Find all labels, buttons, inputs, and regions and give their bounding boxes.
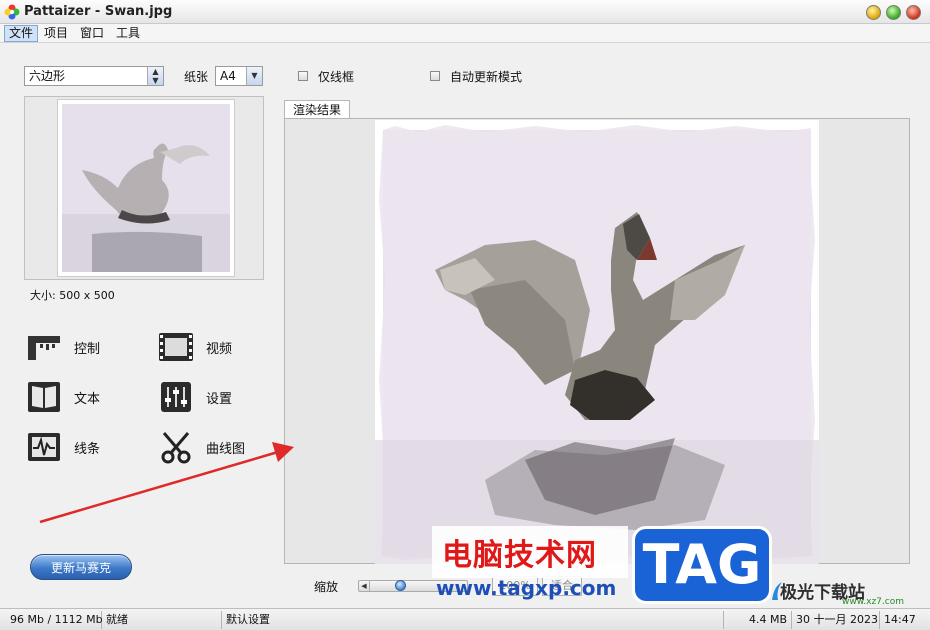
paper-label: 纸张: [184, 70, 209, 84]
sliders-icon: [161, 382, 191, 412]
auto-update-checkbox[interactable]: [430, 71, 440, 81]
watermark-site-url: www.xz7.com: [842, 597, 904, 607]
waveform-monitor-icon: [28, 433, 60, 461]
title-bar: Pattaizer - Swan.jpg: [0, 0, 930, 24]
watermark-tag-logo: TAG: [632, 526, 772, 604]
update-mosaic-button[interactable]: 更新马赛克: [30, 554, 132, 580]
mosaic-render-image: [375, 120, 819, 564]
menu-tools[interactable]: 工具: [112, 25, 144, 42]
maximize-button[interactable]: [886, 5, 901, 20]
control-tool-label: 控制: [74, 341, 101, 357]
status-bar: 96 Mb / 1112 Mb 就绪 默认设置 4.4 MB 30 十一月 20…: [0, 608, 930, 630]
close-button[interactable]: [906, 5, 921, 20]
menu-bar: 文件 项目 窗口 工具: [0, 24, 930, 43]
window-title: Pattaizer - Swan.jpg: [24, 4, 173, 19]
swan-thumbnail-image: [62, 104, 230, 272]
watermark-brand-block: 电脑技术网: [432, 526, 628, 578]
settings-tool-label: 设置: [206, 391, 233, 407]
video-tool-button[interactable]: 视频: [158, 330, 232, 364]
mosaic-swan-image: [375, 125, 819, 564]
render-result-panel: [284, 118, 910, 564]
ruler-icon: [28, 336, 60, 360]
status-time: 14:47: [884, 613, 916, 626]
auto-update-label: 自动更新模式: [450, 70, 523, 84]
minimize-button[interactable]: [866, 5, 881, 20]
menu-project[interactable]: 项目: [40, 25, 72, 42]
settings-tool-button[interactable]: 设置: [158, 380, 232, 414]
status-state: 就绪: [102, 611, 222, 629]
shape-select-value: 六边形: [29, 69, 66, 83]
paper-select-value: A4: [220, 69, 236, 83]
status-date: 30 十一月 2023: [792, 611, 880, 629]
control-tool-button[interactable]: 控制: [26, 330, 100, 364]
film-strip-icon: [159, 333, 193, 361]
lines-tool-button[interactable]: 线条: [26, 430, 100, 464]
video-tool-label: 视频: [206, 341, 233, 357]
watermark-url: www.tagxp.com: [436, 576, 617, 600]
slider-left-arrow-icon[interactable]: ◀: [359, 581, 370, 591]
curves-tool-button[interactable]: 曲线图: [158, 430, 245, 464]
status-preset: 默认设置: [222, 611, 724, 629]
shape-select[interactable]: 六边形 ▲ ▼: [24, 66, 164, 86]
spin-arrows-icon[interactable]: ▲ ▼: [147, 67, 163, 85]
wireframe-label: 仅线框: [318, 70, 355, 84]
curves-tool-label: 曲线图: [206, 441, 246, 457]
text-tool-button[interactable]: 文本: [26, 380, 100, 414]
tab-render-result[interactable]: 渲染结果: [284, 100, 350, 119]
menu-window[interactable]: 窗口: [76, 25, 108, 42]
app-flower-icon: [4, 4, 20, 20]
source-thumbnail-panel: [24, 96, 264, 280]
book-icon: [28, 382, 60, 412]
chevron-down-icon[interactable]: ▼: [246, 67, 262, 85]
status-file-size: 4.4 MB: [724, 611, 792, 629]
status-memory: 96 Mb / 1112 Mb: [6, 611, 103, 629]
watermark-cn-text: 电脑技术网: [442, 538, 597, 573]
menu-file[interactable]: 文件: [4, 25, 39, 42]
scissors-icon: [161, 432, 191, 464]
image-size-label: 大小: 500 x 500: [30, 289, 115, 302]
zoom-slider-knob[interactable]: [395, 580, 406, 591]
lines-tool-label: 线条: [74, 441, 101, 457]
text-tool-label: 文本: [74, 391, 101, 407]
source-thumbnail: [57, 99, 235, 277]
paper-select[interactable]: A4 ▼: [215, 66, 263, 86]
wireframe-checkbox[interactable]: [298, 71, 308, 81]
zoom-label: 缩放: [314, 580, 339, 594]
